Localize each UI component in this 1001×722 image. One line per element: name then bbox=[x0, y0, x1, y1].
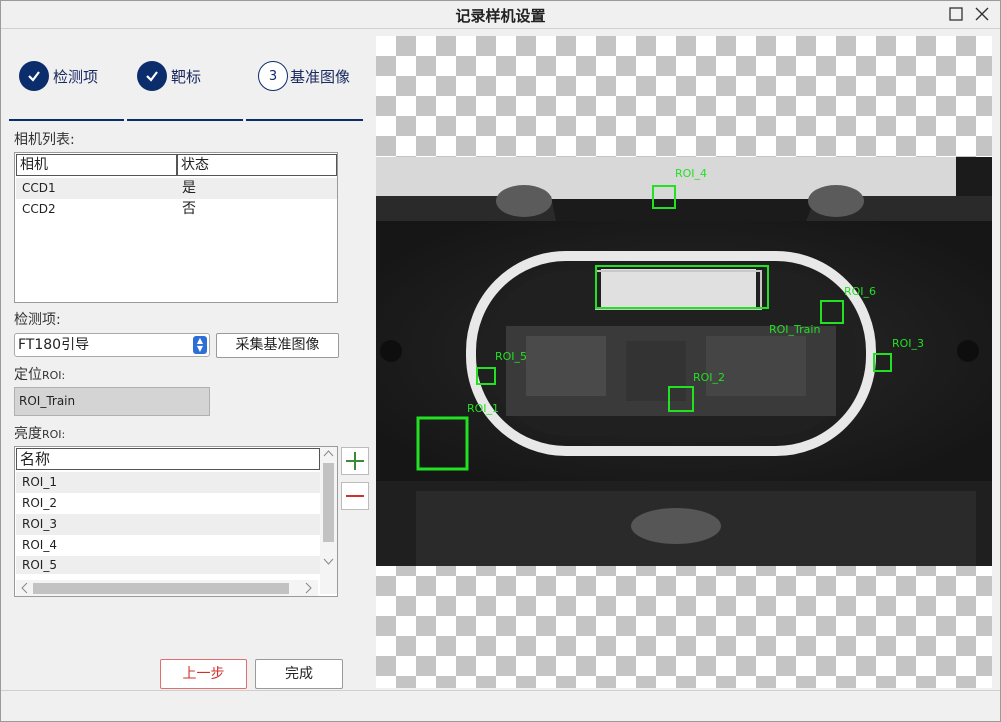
camera-status: 是 bbox=[182, 180, 196, 196]
camera-name: CCD1 bbox=[22, 181, 56, 195]
list-item[interactable]: ROI_5 bbox=[16, 556, 320, 574]
vertical-scrollbar[interactable] bbox=[320, 447, 337, 594]
column-header-name[interactable]: 名称 bbox=[16, 448, 320, 470]
minus-icon bbox=[346, 495, 364, 497]
brightness-roi-label: 亮度ROI: bbox=[14, 426, 66, 442]
inspection-select[interactable]: FT180引导 ▲ ▼ bbox=[14, 333, 210, 357]
brightness-roi-list[interactable]: 名称 ROI_1 ROI_2 ROI_3 ROI_4 ROI_5 bbox=[14, 446, 338, 597]
close-icon[interactable] bbox=[973, 5, 991, 23]
roi-label: ROI_4 bbox=[675, 167, 707, 180]
title-bar: 记录样机设置 bbox=[1, 1, 1000, 29]
footer-divider bbox=[1, 690, 1000, 691]
finish-button[interactable]: 完成 bbox=[255, 659, 343, 689]
horizontal-scrollbar[interactable] bbox=[16, 580, 318, 596]
step-label: 基准图像 bbox=[290, 67, 351, 86]
column-header-status[interactable]: 状态 bbox=[177, 154, 337, 176]
step-reference-image[interactable]: 3 基准图像 bbox=[258, 61, 350, 91]
setup-window: 记录样机设置 检测项 靶标 3 基准图像 相机列表: 相机 状态 CCD1 是 … bbox=[0, 0, 1001, 722]
reference-image: ROI_4 ROI_6 ROI_Train ROI_3 ROI_5 ROI_2 … bbox=[376, 157, 992, 566]
locate-roi-label: 定位ROI: bbox=[14, 367, 66, 383]
camera-list[interactable]: 相机 状态 CCD1 是 CCD2 否 bbox=[14, 152, 338, 303]
list-item[interactable]: ROI_1 bbox=[16, 472, 320, 493]
left-panel: 检测项 靶标 3 基准图像 相机列表: 相机 状态 CCD1 是 CCD2 否 bbox=[6, 31, 371, 689]
step-inspection[interactable]: 检测项 bbox=[19, 61, 98, 91]
roi-label: ROI_6 bbox=[844, 285, 876, 298]
step-label: 检测项 bbox=[53, 67, 99, 86]
step-underline bbox=[9, 119, 124, 121]
inspection-label: 检测项: bbox=[14, 312, 61, 328]
roi-label: ROI_2 bbox=[693, 371, 725, 384]
roi-label: ROI_Train bbox=[769, 323, 820, 336]
table-row[interactable]: CCD2 否 bbox=[16, 199, 337, 220]
camera-list-label: 相机列表: bbox=[14, 132, 75, 148]
roi-label: ROI_1 bbox=[467, 402, 499, 415]
step-number: 3 bbox=[258, 61, 288, 91]
add-roi-button[interactable] bbox=[341, 447, 369, 475]
list-item[interactable]: ROI_4 bbox=[16, 535, 320, 556]
column-header-camera[interactable]: 相机 bbox=[16, 154, 177, 176]
updown-arrow-icon: ▲ ▼ bbox=[193, 336, 207, 354]
camera-status: 否 bbox=[182, 201, 196, 217]
table-row[interactable]: CCD1 是 bbox=[16, 178, 337, 199]
step-underline bbox=[127, 119, 243, 121]
check-icon bbox=[19, 61, 49, 91]
locate-roi-field[interactable]: ROI_Train bbox=[14, 387, 210, 416]
check-icon bbox=[137, 61, 167, 91]
list-item[interactable]: ROI_3 bbox=[16, 514, 320, 535]
roi-label: ROI_5 bbox=[495, 350, 527, 363]
inspection-value: FT180引导 bbox=[18, 337, 90, 353]
capture-reference-button[interactable]: 采集基准图像 bbox=[216, 333, 339, 358]
remove-roi-button[interactable] bbox=[341, 482, 369, 510]
prev-step-button[interactable]: 上一步 bbox=[160, 659, 247, 689]
step-target[interactable]: 靶标 bbox=[137, 61, 201, 91]
camera-name: CCD2 bbox=[22, 202, 56, 216]
step-underline bbox=[246, 119, 363, 121]
step-label: 靶标 bbox=[171, 67, 202, 86]
roi-label: ROI_3 bbox=[892, 337, 924, 350]
maximize-icon[interactable] bbox=[947, 5, 965, 23]
plus-icon bbox=[346, 452, 364, 470]
list-item[interactable]: ROI_2 bbox=[16, 493, 320, 514]
window-title: 记录样机设置 bbox=[455, 7, 546, 25]
image-viewer[interactable]: ROI_4 ROI_6 ROI_Train ROI_3 ROI_5 ROI_2 … bbox=[376, 36, 992, 688]
